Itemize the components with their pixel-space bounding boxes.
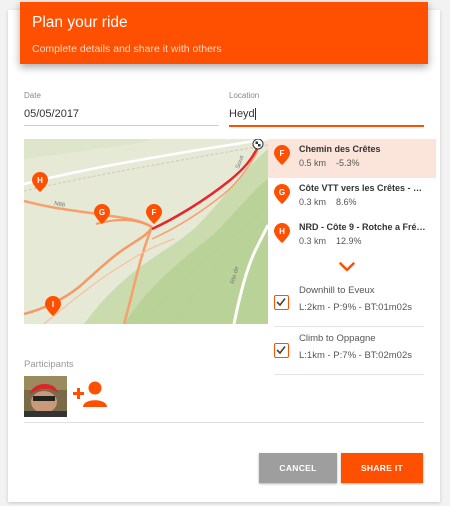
route-item-f[interactable]: F Chemin des Crêtes 0.5 km -5.3% — [268, 139, 436, 178]
route-marker-letter: G — [279, 188, 285, 197]
date-underline — [24, 125, 219, 126]
route-stats: 0.3 km 12.9% — [299, 236, 436, 246]
checkmark-icon — [276, 346, 286, 355]
route-stats: 0.3 km 8.6% — [299, 197, 436, 207]
text-caret — [255, 108, 256, 120]
date-field[interactable] — [24, 108, 214, 120]
route-name: Côte VTT vers les Crêtes - Heyd — [299, 183, 427, 193]
finish-flag-icon — [252, 139, 264, 150]
page-title: Plan your ride — [32, 14, 128, 31]
segment-name: Downhill to Eveux — [299, 285, 375, 296]
route-grade: -5.3% — [336, 158, 360, 168]
route-marker-letter: H — [279, 227, 285, 236]
route-distance: 0.3 km — [299, 197, 327, 207]
route-name: NRD - Côte 9 - Rotche a Fréhis — [299, 222, 427, 232]
location-underline — [229, 125, 424, 127]
route-grade: 12.9% — [336, 236, 362, 246]
route-marker-letter: F — [280, 149, 285, 158]
share-button[interactable]: SHARE IT — [341, 453, 423, 483]
marker-h-icon: H — [274, 223, 290, 243]
route-name: Chemin des Crêtes — [299, 144, 381, 154]
segment-checkbox[interactable] — [274, 343, 289, 358]
segment-stats: L:1km - P:7% - BT:02m02s — [299, 350, 412, 361]
divider — [24, 422, 424, 423]
participants-label: Participants — [24, 359, 74, 370]
marker-f-letter: F — [152, 208, 157, 217]
route-distance: 0.5 km — [299, 158, 327, 168]
marker-i-letter: I — [52, 300, 54, 309]
route-distance: 0.3 km — [299, 236, 327, 246]
avatar[interactable] — [24, 376, 67, 417]
segment-stats: L:2km - P:9% - BT:01m02s — [299, 302, 412, 313]
location-field[interactable] — [229, 108, 419, 120]
segment-name: Climb to Oppagne — [299, 333, 376, 344]
route-stats: 0.5 km -5.3% — [299, 158, 436, 168]
date-label: Date — [24, 91, 41, 100]
marker-g-icon: G — [274, 184, 290, 204]
cancel-button[interactable]: CANCEL — [259, 453, 337, 483]
checkmark-icon — [276, 298, 286, 307]
chevron-down-icon[interactable] — [339, 262, 355, 272]
marker-g-letter: G — [99, 208, 105, 217]
route-item-h[interactable]: H NRD - Côte 9 - Rotche a Fréhis 0.3 km 1… — [268, 217, 436, 256]
header-bar: Plan your ride Complete details and shar… — [20, 2, 428, 64]
marker-f-icon: F — [274, 145, 290, 165]
segment-checkbox[interactable] — [274, 295, 289, 310]
page-subtitle: Complete details and share it with other… — [32, 43, 222, 55]
location-label: Location — [229, 91, 260, 100]
marker-h-letter: H — [37, 176, 43, 185]
segment-item[interactable]: Climb to Oppagne L:1km - P:7% - BT:02m02… — [274, 333, 424, 375]
segment-item[interactable]: Downhill to Eveux L:2km - P:9% - BT:01m0… — [274, 285, 424, 327]
route-item-g[interactable]: G Côte VTT vers les Crêtes - Heyd 0.3 km… — [268, 178, 436, 217]
route-grade: 8.6% — [336, 197, 357, 207]
participant-photo — [24, 376, 67, 417]
route-list: F Chemin des Crêtes 0.5 km -5.3% G Côte V… — [268, 139, 436, 256]
map-canvas[interactable]: N86 Sous Rte de H G F I — [24, 139, 268, 324]
route-map[interactable]: N86 Sous Rte de H G F I — [24, 139, 268, 324]
add-person-icon[interactable] — [73, 381, 107, 407]
